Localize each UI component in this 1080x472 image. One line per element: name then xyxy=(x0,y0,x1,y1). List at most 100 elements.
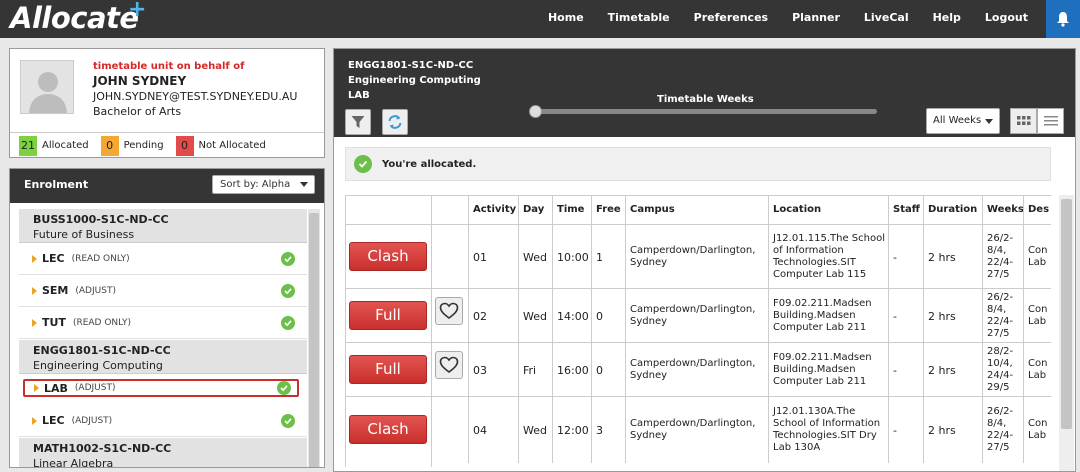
nav-home[interactable]: Home xyxy=(536,0,596,38)
col-free[interactable]: Free xyxy=(591,196,625,225)
unit-header-buss1000[interactable]: BUSS1000-S1C-ND-CC Future of Business xyxy=(19,209,307,243)
check-icon xyxy=(277,381,291,395)
logo-text: Allocate xyxy=(10,1,139,35)
activity-engg1801-lab[interactable]: LAB (ADJUST) xyxy=(23,379,299,397)
nav-preferences[interactable]: Preferences xyxy=(682,0,780,38)
col-campus[interactable]: Campus xyxy=(625,196,768,225)
col-location[interactable]: Location xyxy=(768,196,888,225)
row-free: 1 xyxy=(591,225,625,289)
row-description: Con Lab xyxy=(1023,289,1051,343)
pending-count-label: Pending xyxy=(123,140,164,151)
row-weeks: 26/2-8/4, 22/4-27/5 xyxy=(982,397,1023,463)
nav-planner[interactable]: Planner xyxy=(780,0,852,38)
on-behalf-label: timetable unit on behalf of xyxy=(93,61,245,72)
row-staff: - xyxy=(888,397,923,463)
unit-code: MATH1002-S1C-ND-CC xyxy=(33,442,172,455)
row-staff: - xyxy=(888,225,923,289)
heart-icon xyxy=(439,356,459,374)
weeks-dropdown[interactable]: All Weeks xyxy=(926,108,1000,134)
col-time[interactable]: Time xyxy=(552,196,591,225)
enrolment-header: Enrolment Sort by: Alpha xyxy=(10,169,324,203)
row-favourite-cell xyxy=(431,225,468,289)
filter-icon xyxy=(351,116,365,128)
row-description: Con Lab xyxy=(1023,225,1051,289)
unit-header-math1002[interactable]: MATH1002-S1C-ND-CC Linear Algebra xyxy=(19,438,307,467)
clash-button[interactable]: Clash xyxy=(349,415,427,444)
col-weeks[interactable]: Weeks xyxy=(982,196,1023,225)
row-location: J12.01.115.The School of Information Tec… xyxy=(768,225,888,289)
bell-icon xyxy=(1057,12,1069,27)
col-duration[interactable]: Duration xyxy=(923,196,982,225)
nav-logout[interactable]: Logout xyxy=(973,0,1040,38)
nav-livecal[interactable]: LiveCal xyxy=(852,0,921,38)
row-time: 12:00 xyxy=(552,397,591,463)
row-description: Con Lab xyxy=(1023,343,1051,397)
list-view-button[interactable] xyxy=(1037,108,1064,134)
activity-engg1801-lec[interactable]: LEC (ADJUST) xyxy=(19,405,307,437)
slider-handle[interactable] xyxy=(529,105,542,118)
student-name: JOHN SYDNEY xyxy=(93,74,187,88)
row-location: J12.01.130A.The School of Information Te… xyxy=(768,397,888,463)
row-weeks: 28/2-10/4, 24/4-29/5 xyxy=(982,343,1023,397)
activity-mode: (ADJUST) xyxy=(75,285,116,296)
row-campus: Camperdown/Darlington, Sydney xyxy=(625,343,768,397)
row-action-cell: Clash xyxy=(345,225,431,289)
row-activity: 03 xyxy=(468,343,518,397)
activity-unit-name: Engineering Computing xyxy=(348,75,481,86)
activity-type: LEC xyxy=(42,414,65,427)
allocation-status-text: You're allocated. xyxy=(382,158,477,170)
row-weeks: 26/2-8/4, 22/4-27/5 xyxy=(982,289,1023,343)
col-day[interactable]: Day xyxy=(518,196,552,225)
activity-buss1000-sem[interactable]: SEM (ADJUST) xyxy=(19,275,307,307)
table-row: Full 03 Fri 16:00 0 Camperdown/Darlingto… xyxy=(345,343,1051,397)
weeks-dropdown-label: All Weeks xyxy=(933,115,982,126)
timetable-weeks-slider[interactable] xyxy=(530,109,877,114)
activity-panel: ENGG1801-S1C-ND-CC Engineering Computing… xyxy=(333,48,1076,472)
row-campus: Camperdown/Darlington, Sydney xyxy=(625,289,768,343)
unit-header-engg1801[interactable]: ENGG1801-S1C-ND-CC Engineering Computing xyxy=(19,340,307,374)
nav-timetable[interactable]: Timetable xyxy=(596,0,682,38)
favourite-button[interactable] xyxy=(435,297,463,325)
unit-code: ENGG1801-S1C-ND-CC xyxy=(33,344,171,357)
expand-arrow-icon xyxy=(32,416,37,425)
grid-view-icon xyxy=(1016,116,1030,125)
activity-buss1000-lec[interactable]: LEC (READ ONLY) xyxy=(19,243,307,275)
not-allocated-count: 0 Not Allocated xyxy=(175,135,266,156)
unit-name: Future of Business xyxy=(33,228,135,241)
table-scroll-thumb[interactable] xyxy=(1061,199,1072,429)
col-action xyxy=(345,196,431,225)
grid-view-button[interactable] xyxy=(1010,108,1037,134)
filter-button[interactable] xyxy=(345,109,371,135)
check-icon xyxy=(281,316,295,330)
timetable-weeks-label: Timetable Weeks xyxy=(657,94,754,105)
nav-help[interactable]: Help xyxy=(921,0,973,38)
col-description[interactable]: Des xyxy=(1023,196,1051,225)
row-day: Fri xyxy=(518,343,552,397)
refresh-icon xyxy=(388,115,402,129)
notifications-button[interactable] xyxy=(1046,0,1080,38)
expand-arrow-icon xyxy=(32,286,37,295)
row-duration: 2 hrs xyxy=(923,397,982,463)
student-email: JOHN.SYDNEY@TEST.SYDNEY.EDU.AU xyxy=(93,90,298,103)
refresh-button[interactable] xyxy=(382,109,408,135)
favourite-button[interactable] xyxy=(435,351,463,379)
col-staff[interactable]: Staff xyxy=(888,196,923,225)
check-icon xyxy=(354,155,372,173)
col-activity[interactable]: Activity xyxy=(468,196,518,225)
row-location: F09.02.211.Madsen Building.Madsen Comput… xyxy=(768,289,888,343)
enrolment-list: BUSS1000-S1C-ND-CC Future of Business LE… xyxy=(19,209,307,467)
app-logo[interactable]: Allocate + xyxy=(10,0,146,35)
sort-dropdown[interactable]: Sort by: Alpha xyxy=(212,175,315,194)
top-bar: Allocate + Home Timetable Preferences Pla… xyxy=(0,0,1080,38)
clash-button[interactable]: Clash xyxy=(349,242,427,271)
row-duration: 2 hrs xyxy=(923,225,982,289)
not-allocated-count-label: Not Allocated xyxy=(198,140,266,151)
row-free: 0 xyxy=(591,343,625,397)
activity-buss1000-tut[interactable]: TUT (READ ONLY) xyxy=(19,307,307,339)
enrolment-scroll-thumb[interactable] xyxy=(309,213,319,467)
full-button[interactable]: Full xyxy=(349,301,427,330)
full-button[interactable]: Full xyxy=(349,355,427,384)
row-campus: Camperdown/Darlington, Sydney xyxy=(625,225,768,289)
activity-mode: (ADJUST) xyxy=(71,415,113,426)
student-profile-card: timetable unit on behalf of JOHN SYDNEY … xyxy=(9,48,325,158)
